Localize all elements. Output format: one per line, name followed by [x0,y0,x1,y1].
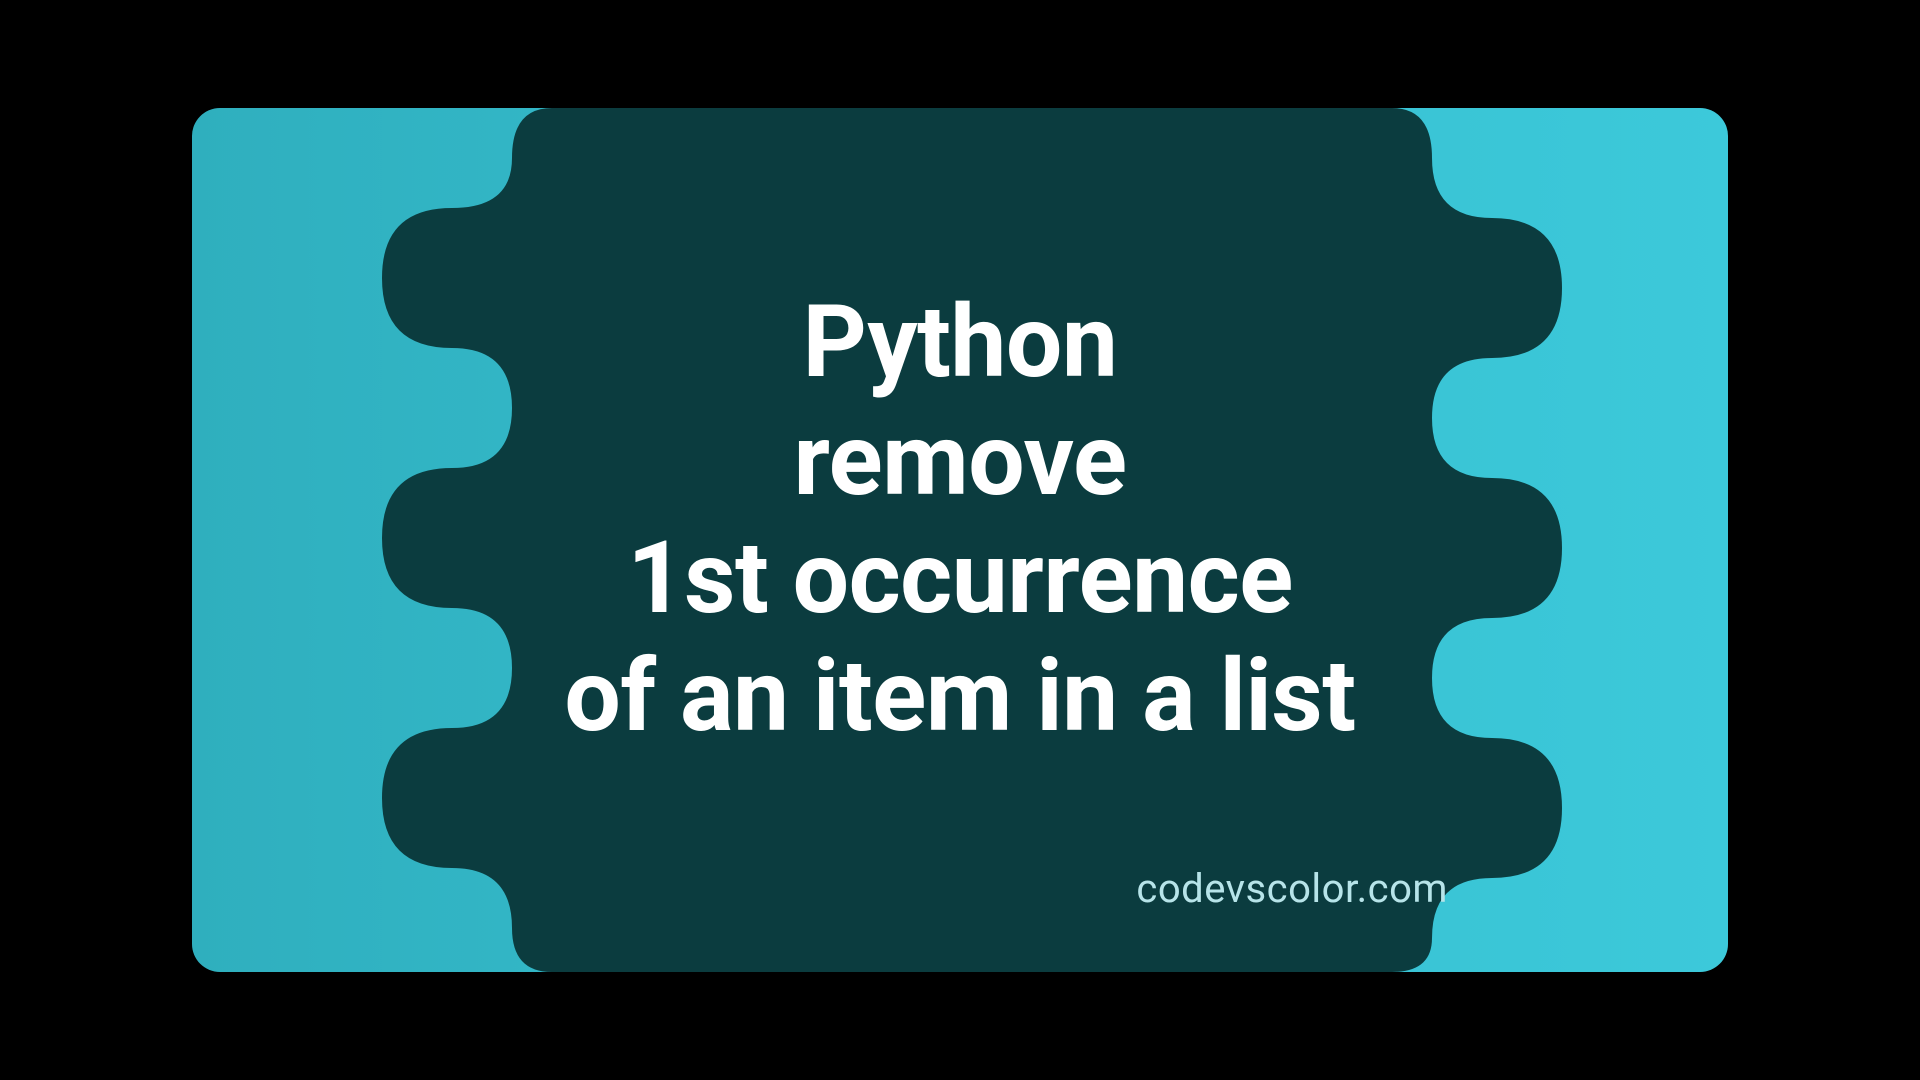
main-title: Python remove 1st occurrence of an item … [564,284,1355,756]
title-line-2: remove [564,402,1355,520]
title-line-1: Python [564,284,1355,402]
title-line-4: of an item in a list [564,638,1355,756]
watermark-text: codevscolor.com [1136,865,1448,912]
content: Python remove 1st occurrence of an item … [192,108,1728,972]
banner-card: Python remove 1st occurrence of an item … [192,108,1728,972]
title-line-3: 1st occurrence [564,520,1355,638]
